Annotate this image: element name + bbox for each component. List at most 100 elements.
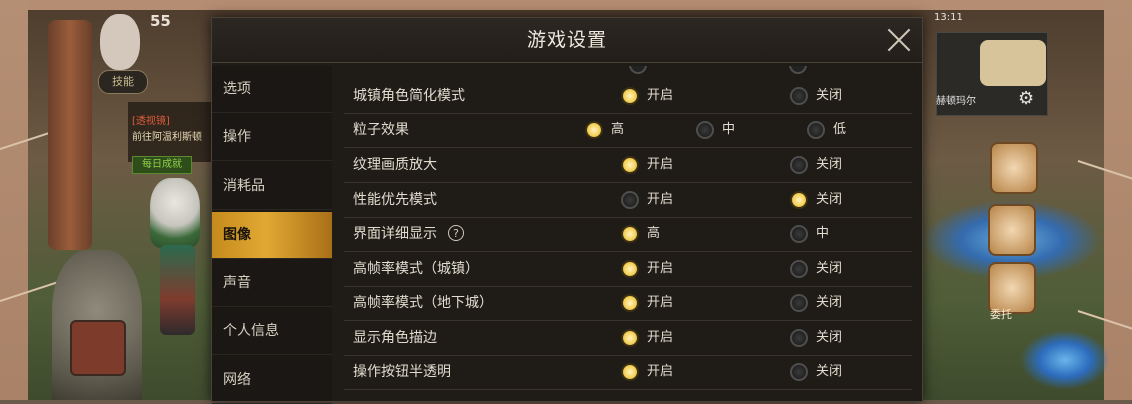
setting-label: 城镇角色简化模式	[353, 88, 465, 104]
character-portrait	[100, 14, 140, 70]
radio-option[interactable]: 关闭	[790, 79, 870, 113]
quest-line: 前往阿温利斯顿	[132, 132, 202, 143]
dialog-header: 游戏设置	[212, 18, 922, 63]
radio-option[interactable]: 关闭	[790, 321, 870, 355]
settings-content: 城镇角色简化模式 开启 关闭 粒子效果高中低纹理画质放大 开启 关闭 性能优先模式 开启 关闭界…	[344, 66, 912, 401]
radio-selected-icon[interactable]	[790, 191, 808, 209]
radio-selected-icon[interactable]	[621, 329, 639, 347]
radio-option[interactable]: 高	[585, 113, 665, 147]
radio-unselected-icon[interactable]	[790, 225, 808, 243]
close-icon[interactable]	[886, 27, 912, 53]
radio-option[interactable]: 开启	[621, 79, 701, 113]
map-scroll-icon	[980, 40, 1046, 86]
frame-top	[0, 0, 1132, 10]
radio-selected-icon[interactable]	[621, 294, 639, 312]
setting-label: 性能优先模式	[353, 192, 437, 208]
radio-selected-icon[interactable]	[621, 260, 639, 278]
radio-option-label: 关闭	[816, 295, 843, 310]
radio-option-label: 关闭	[816, 157, 843, 172]
radio-unselected-icon[interactable]	[790, 156, 808, 174]
radio-option[interactable]: 开启	[621, 321, 701, 355]
radio-option[interactable]: 中	[696, 113, 776, 147]
radio-option-label: 开启	[647, 295, 674, 310]
setting-row: 性能优先模式 开启 关闭	[344, 183, 912, 218]
player-character-body	[160, 245, 195, 335]
radio-partial	[629, 66, 647, 74]
radio-option-label: 关闭	[816, 364, 843, 379]
radio-unselected-icon[interactable]	[696, 121, 714, 139]
radio-selected-icon[interactable]	[621, 363, 639, 381]
settings-dialog: 游戏设置 选项 操作 消耗品 图像 声音 个人信息 网络 城镇角色简化模式 开启 关闭 粒子效果高…	[211, 17, 923, 404]
setting-label: 操作按钮半透明	[353, 364, 451, 380]
dialog-title: 游戏设置	[526, 29, 607, 51]
radio-option[interactable]: 开启	[621, 355, 701, 389]
radio-option[interactable]: 关闭	[790, 252, 870, 286]
radio-option-label: 中	[722, 122, 736, 137]
setting-row: 显示角色描边 开启 关闭	[344, 321, 912, 356]
npc-icon[interactable]	[990, 142, 1038, 194]
setting-label: 界面详细显示	[353, 226, 437, 242]
setting-row: 粒子效果 高 中 低	[344, 113, 912, 148]
radio-option[interactable]: 开启	[621, 183, 701, 217]
radio-unselected-icon[interactable]	[790, 87, 808, 105]
sidebar-item-5[interactable]: 个人信息	[212, 308, 332, 355]
radio-option-label: 开启	[647, 88, 674, 103]
setting-label: 高帧率模式（地下城）	[353, 295, 493, 311]
radio-unselected-icon[interactable]	[807, 121, 825, 139]
radio-option[interactable]: 开启	[621, 252, 701, 286]
radio-selected-icon[interactable]	[621, 225, 639, 243]
radio-unselected-icon[interactable]	[790, 329, 808, 347]
setting-label: 粒子效果	[353, 122, 409, 138]
sidebar-item-6[interactable]: 网络	[212, 357, 332, 404]
quest-line: [透视镜]	[132, 116, 170, 127]
frame-right	[1104, 0, 1132, 400]
npc-label: 委托	[990, 308, 1012, 321]
radio-option[interactable]: 中	[790, 217, 870, 251]
setting-row: 高帧率模式（城镇） 开启 关闭	[344, 252, 912, 287]
skill-chip[interactable]: 技能	[98, 70, 148, 94]
setting-label: 高帧率模式（城镇）	[353, 261, 479, 277]
help-icon[interactable]: ?	[448, 225, 464, 241]
setting-row: 纹理画质放大 开启 关闭	[344, 148, 912, 183]
sidebar-item-3[interactable]: 图像	[212, 212, 332, 259]
radio-selected-icon[interactable]	[621, 87, 639, 105]
settings-sidebar: 选项 操作 消耗品 图像 声音 个人信息 网络	[212, 66, 332, 404]
radio-option[interactable]: 开启	[621, 286, 701, 320]
radio-option[interactable]: 低	[807, 113, 887, 147]
radio-option-label: 关闭	[816, 88, 843, 103]
crossed-swords-emblem	[70, 320, 126, 376]
radio-option-label: 开启	[647, 192, 674, 207]
radio-partial	[789, 66, 807, 74]
player-level: 55	[150, 12, 171, 30]
radio-option-label: 开启	[647, 364, 674, 379]
radio-unselected-icon[interactable]	[790, 294, 808, 312]
radio-option-label: 高	[647, 226, 661, 241]
radio-unselected-icon[interactable]	[790, 363, 808, 381]
wooden-totem	[48, 20, 92, 250]
radio-selected-icon[interactable]	[621, 156, 639, 174]
setting-row: 界面详细显示? 高 中	[344, 217, 912, 252]
radio-unselected-icon[interactable]	[621, 191, 639, 209]
npc-icon[interactable]	[988, 204, 1036, 256]
radio-option[interactable]: 关闭	[790, 183, 870, 217]
setting-row: 城镇角色简化模式 开启 关闭	[344, 79, 912, 114]
sidebar-item-4[interactable]: 声音	[212, 260, 332, 307]
radio-option[interactable]: 高	[621, 217, 701, 251]
radio-option-label: 关闭	[816, 192, 843, 207]
sidebar-item-2[interactable]: 消耗品	[212, 163, 332, 210]
radio-selected-icon[interactable]	[585, 121, 603, 139]
radio-option[interactable]: 关闭	[790, 286, 870, 320]
minimap-label: 赫顿玛尔	[936, 96, 976, 107]
radio-option[interactable]: 关闭	[790, 355, 870, 389]
setting-label: 纹理画质放大	[353, 157, 437, 173]
daily-achievement-button[interactable]: 每日成就	[132, 156, 192, 174]
radio-option-label: 高	[611, 122, 625, 137]
radio-option[interactable]: 开启	[621, 148, 701, 182]
radio-unselected-icon[interactable]	[790, 260, 808, 278]
sidebar-item-0[interactable]: 选项	[212, 66, 332, 113]
gear-icon[interactable]: ⚙	[1018, 90, 1034, 108]
radio-option-label: 开启	[647, 330, 674, 345]
sidebar-item-1[interactable]: 操作	[212, 114, 332, 161]
radio-option-label: 关闭	[816, 330, 843, 345]
radio-option[interactable]: 关闭	[790, 148, 870, 182]
